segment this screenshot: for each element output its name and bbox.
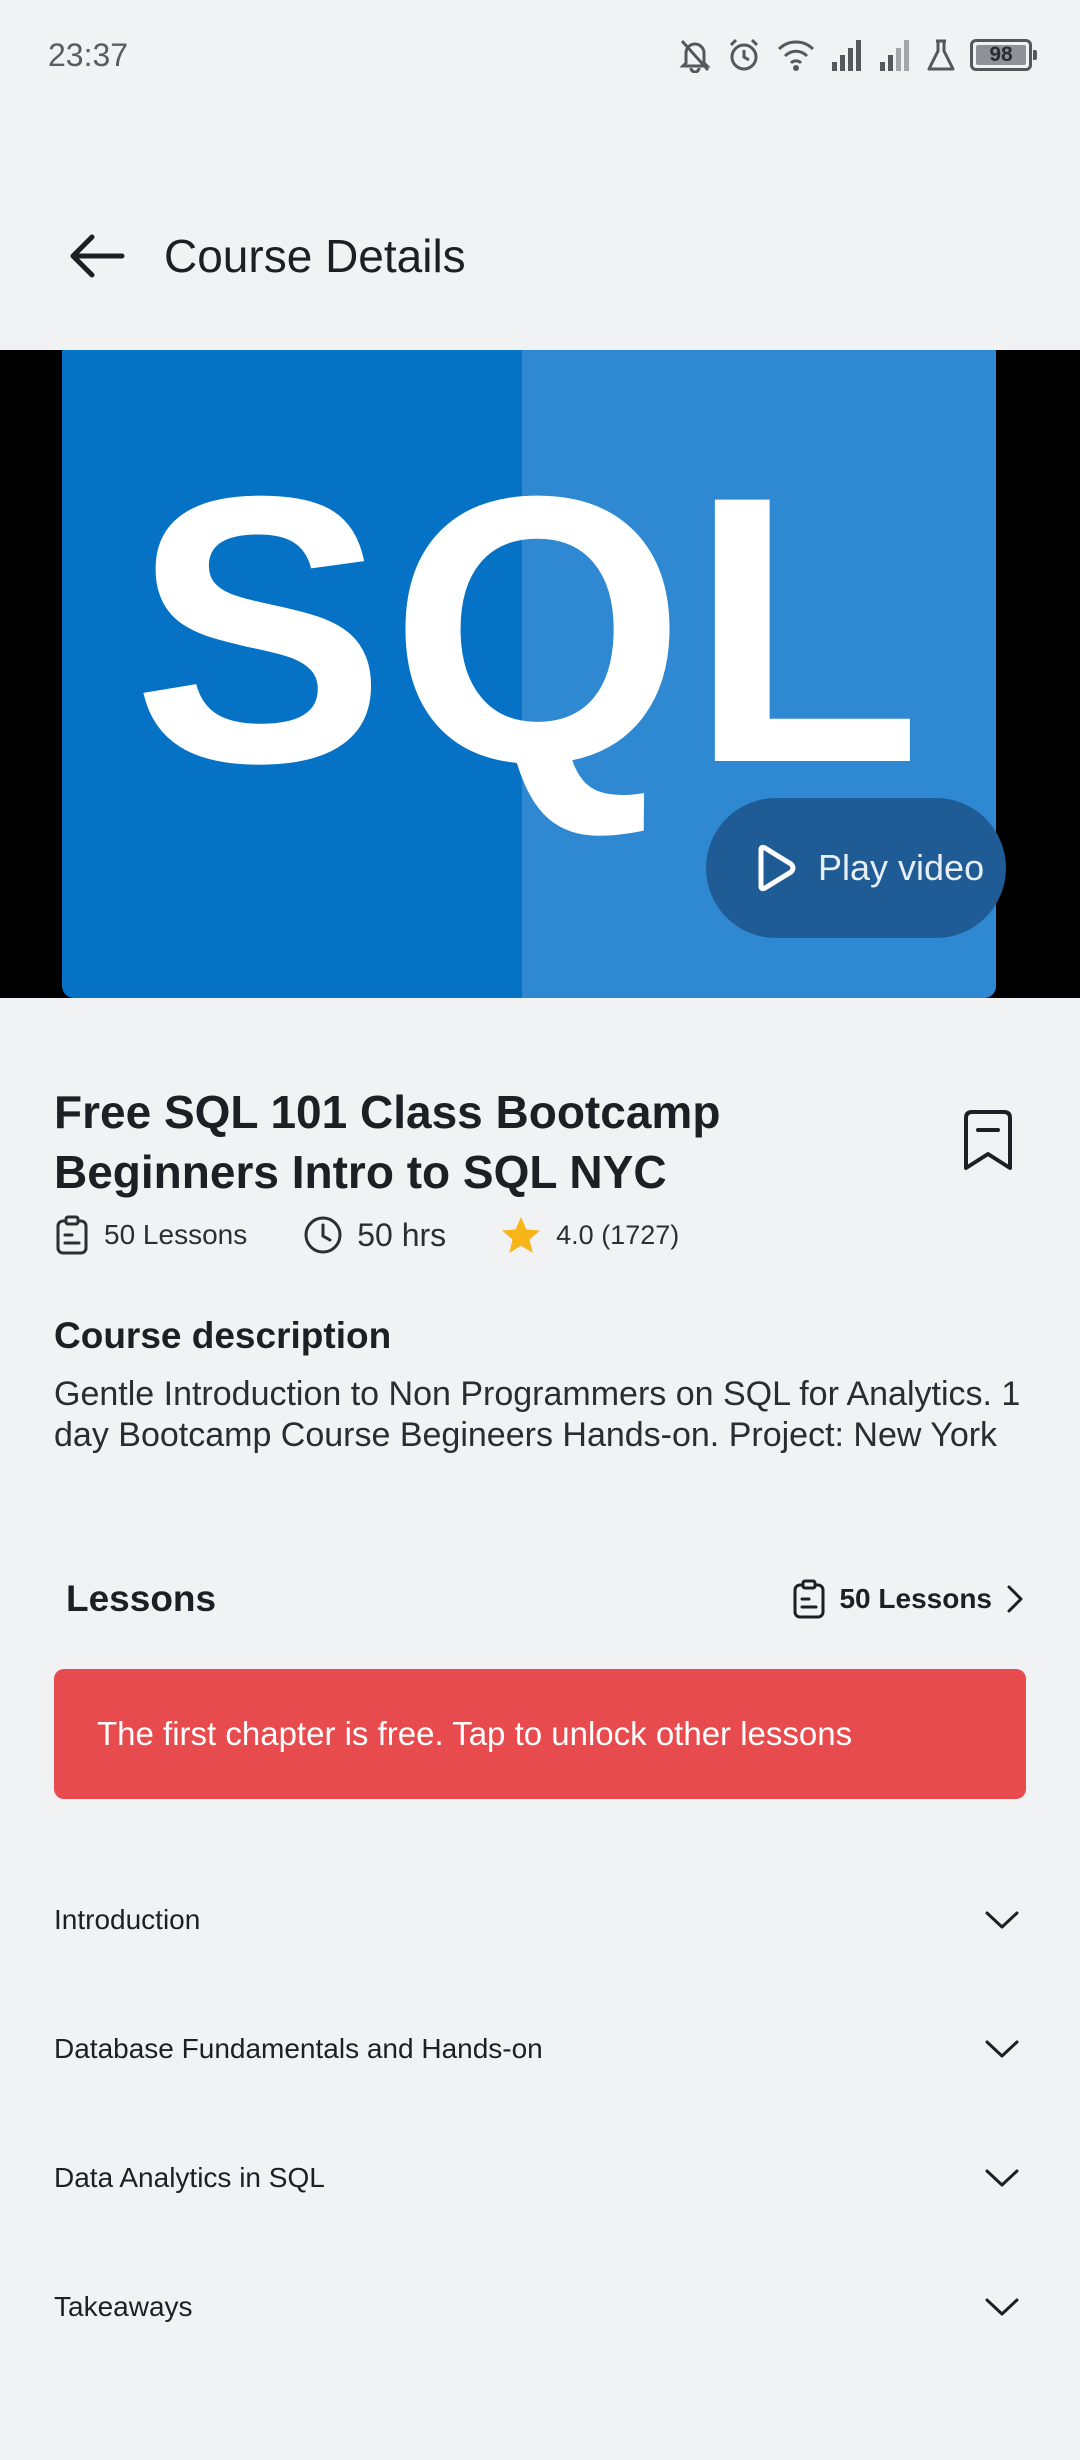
lessons-count-label: 50 Lessons — [104, 1219, 248, 1250]
chapter-item[interactable]: Takeaways — [54, 2242, 1026, 2371]
back-button[interactable] — [62, 221, 132, 291]
unlock-banner-text: The first chapter is free. Tap to unlock… — [97, 1715, 853, 1752]
clipboard-icon — [56, 1215, 88, 1255]
bookmark-icon — [964, 1110, 1012, 1170]
lessons-count: 50 Lessons — [54, 1215, 247, 1255]
chapter-item[interactable]: Data Analytics in SQL — [54, 2113, 1026, 2242]
all-lessons-label: 50 Lessons — [839, 1583, 992, 1614]
course-rating-label: 4.0 (1727) — [556, 1219, 680, 1250]
lessons-heading: Lessons — [66, 1578, 217, 1619]
play-icon — [758, 844, 796, 892]
play-video-label: Play video — [818, 847, 985, 888]
lab-icon — [927, 39, 955, 71]
signal-icon — [832, 40, 861, 71]
description-heading: Course description — [54, 1315, 392, 1356]
chevron-down-icon — [985, 2169, 1019, 2186]
clipboard-icon — [793, 1579, 825, 1619]
course-header: Free SQL 101 Class Bootcamp Beginners In… — [54, 1082, 1026, 1202]
chapter-label: Takeaways — [54, 2290, 193, 2322]
clock-icon — [304, 1216, 342, 1254]
chevron-down-icon — [985, 2298, 1019, 2315]
chapter-list: Introduction Database Fundamentals and H… — [54, 1855, 1026, 2371]
arrow-left-icon — [70, 234, 125, 278]
bookmark-button[interactable] — [958, 1108, 1018, 1174]
star-icon — [502, 1217, 541, 1253]
course-rating: 4.0 (1727) — [500, 1215, 679, 1255]
chapter-label: Database Fundamentals and Hands-on — [54, 2032, 543, 2064]
battery-icon: 98 — [970, 39, 1037, 71]
chevron-down-icon — [985, 2040, 1019, 2057]
course-description: Gentle Introduction to Non Programmers o… — [54, 1375, 1021, 1454]
chevron-down-icon — [985, 1911, 1019, 1928]
signal-icon-2 — [880, 40, 909, 71]
chapter-label: Introduction — [54, 1903, 201, 1935]
top-app-bar: Course Details — [0, 200, 1080, 312]
course-duration: 50 hrs — [303, 1215, 446, 1255]
chapter-item[interactable]: Database Fundamentals and Hands-on — [54, 1984, 1026, 2113]
chapter-label: Data Analytics in SQL — [54, 2161, 325, 2193]
alarm-icon — [729, 38, 759, 71]
chapter-item[interactable]: Introduction — [54, 1855, 1026, 1984]
all-lessons-link[interactable]: 50 Lessons — [791, 1579, 1026, 1619]
page-title: Course Details — [164, 230, 466, 282]
status-bar: 23:37 98 — [0, 0, 1080, 110]
course-meta: 50 Lessons 50 hrs 4.0 (1727) — [54, 1215, 679, 1255]
unlock-lessons-banner[interactable]: The first chapter is free. Tap to unlock… — [54, 1669, 1026, 1799]
wifi-icon — [777, 40, 815, 71]
battery-level: 98 — [989, 43, 1013, 66]
thumbnail-logo-text: SQL — [132, 417, 926, 842]
chevron-right-icon — [1007, 1585, 1023, 1613]
bell-off-icon — [679, 39, 711, 73]
course-duration-label: 50 hrs — [357, 1216, 447, 1253]
course-title: Free SQL 101 Class Bootcamp Beginners In… — [54, 1086, 721, 1198]
play-video-button[interactable]: Play video — [706, 798, 1006, 938]
video-player[interactable]: SQL Play video — [0, 350, 1080, 998]
status-icons: 98 — [678, 37, 1037, 73]
lessons-header: Lessons 50 Lessons — [66, 1572, 1026, 1626]
status-time: 23:37 — [48, 36, 129, 73]
